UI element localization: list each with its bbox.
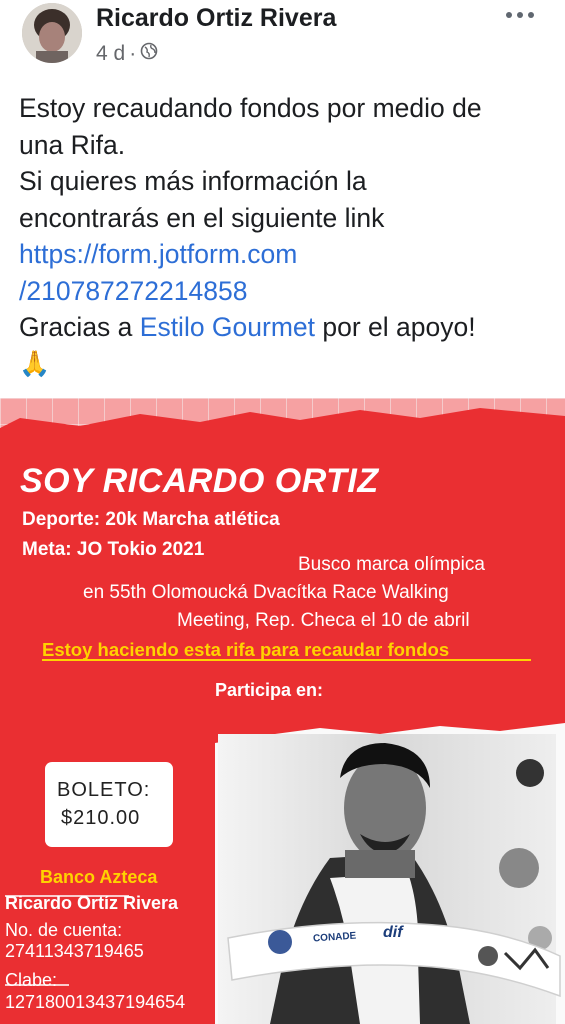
globe-icon xyxy=(140,42,158,66)
flyer-busco-line: Busco marca olímpica xyxy=(298,554,485,575)
dif-logo: dif xyxy=(383,924,403,941)
flyer-sport: Deporte: 20k Marcha atlética xyxy=(22,509,280,530)
flyer-busco-line: Meeting, Rep. Checa el 10 de abril xyxy=(177,610,470,631)
ticket-label: BOLETO: xyxy=(57,779,151,801)
post-text-line: encontrarás en el siguiente link xyxy=(19,202,385,233)
flyer-raffle-note: Estoy haciendo esta rifa para recaudar f… xyxy=(42,639,450,660)
account-holder: Ricardo Ortíz Rivera xyxy=(5,893,179,913)
form-link-line-2[interactable]: /210787272214858 xyxy=(19,273,549,310)
clabe-label: Clabe: xyxy=(5,970,58,990)
praying-hands-emoji: 🙏 xyxy=(19,349,51,378)
account-number-label: No. de cuenta: xyxy=(5,920,123,940)
flyer-title: SOY RICARDO ORTIZ xyxy=(20,462,379,500)
form-link-line-1[interactable]: https://form.jotform.com xyxy=(19,236,549,273)
flyer-busco-line: en 55th Olomoucká Dvacítka Race Walking xyxy=(83,582,449,603)
more-options-icon[interactable] xyxy=(506,6,546,24)
flyer-participa: Participa en: xyxy=(215,680,324,700)
thanks-suffix: por el apoyo! xyxy=(315,312,476,342)
post-image[interactable]: SOY RICARDO ORTIZ Deporte: 20k Marcha at… xyxy=(0,398,565,1024)
post-text-line: Si quieres más información la xyxy=(19,166,367,196)
meta-separator: · xyxy=(129,42,137,65)
post-header: Ricardo Ortiz Rivera 4 d · xyxy=(0,0,565,80)
post-meta: 4 d · xyxy=(96,42,158,66)
thanks-line: Gracias a Estilo Gourmet por el apoyo! xyxy=(19,309,549,346)
author-name[interactable]: Ricardo Ortiz Rivera xyxy=(96,4,336,33)
page-mention-link[interactable]: Estilo Gourmet xyxy=(140,312,315,342)
account-number: 27411343719465 xyxy=(5,941,144,961)
post-time[interactable]: 4 d xyxy=(96,42,125,66)
bank-name: Banco Azteca xyxy=(40,867,158,887)
clabe-number: 127180013437194654 xyxy=(5,992,186,1012)
avatar[interactable] xyxy=(22,3,82,63)
post-text-line: una Rifa. xyxy=(19,129,126,160)
thanks-prefix: Gracias a xyxy=(19,312,140,342)
flyer-goal: Meta: JO Tokio 2021 xyxy=(22,539,205,560)
post-text-line: Estoy recaudando fondos por medio de xyxy=(19,93,482,123)
post-body: Estoy recaudando fondos por medio de una… xyxy=(19,90,549,382)
ticket-price: $210.00 xyxy=(61,807,141,829)
